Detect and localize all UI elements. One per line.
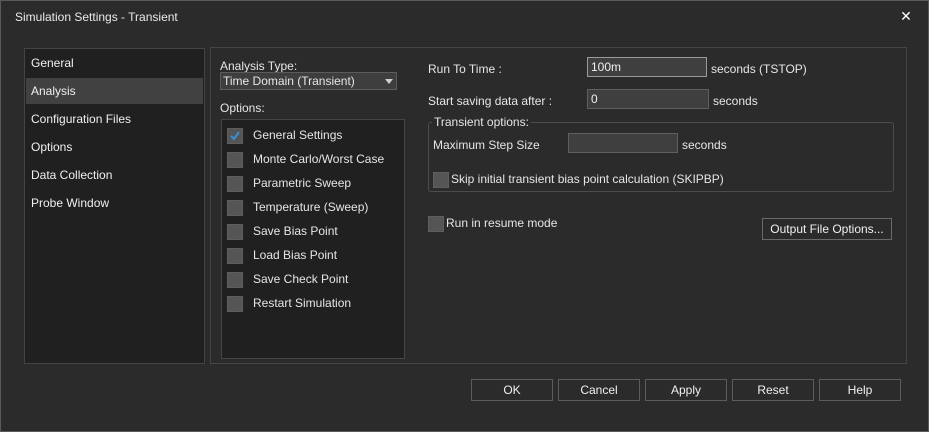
checkbox[interactable]	[227, 248, 243, 264]
checkbox[interactable]	[227, 272, 243, 288]
cancel-button[interactable]: Cancel	[558, 379, 640, 401]
reset-button[interactable]: Reset	[732, 379, 814, 401]
option-label: Temperature (Sweep)	[253, 200, 369, 214]
analysis-type-select[interactable]: Time Domain (Transient)	[220, 72, 397, 90]
run-to-time-label: Run To Time :	[428, 62, 502, 76]
options-list: General Settings Monte Carlo/Worst Case …	[221, 119, 405, 359]
checkbox[interactable]	[227, 152, 243, 168]
nav-item-general[interactable]: General	[26, 50, 203, 76]
max-step-label: Maximum Step Size	[433, 138, 540, 152]
checkbox[interactable]	[227, 296, 243, 312]
run-to-time-unit: seconds (TSTOP)	[711, 62, 807, 76]
nav-item-analysis[interactable]: Analysis	[26, 78, 203, 104]
checkbox[interactable]	[428, 216, 444, 232]
start-saving-unit: seconds	[713, 94, 758, 108]
checkbox[interactable]	[227, 176, 243, 192]
nav-item-data-collection[interactable]: Data Collection	[26, 162, 203, 188]
nav-item-options[interactable]: Options	[26, 134, 203, 160]
option-label: Save Bias Point	[253, 224, 338, 238]
ok-button[interactable]: OK	[471, 379, 553, 401]
analysis-type-value: Time Domain (Transient)	[223, 74, 355, 88]
checkbox[interactable]	[227, 200, 243, 216]
settings-nav-list: General Analysis Configuration Files Opt…	[24, 48, 205, 364]
checkmark-icon	[230, 131, 240, 141]
option-label: Load Bias Point	[253, 248, 338, 262]
chevron-down-icon	[385, 79, 393, 84]
start-saving-label: Start saving data after :	[428, 94, 553, 108]
option-label: Save Check Point	[253, 272, 349, 286]
close-icon[interactable]: ✕	[899, 9, 913, 23]
option-label: General Settings	[253, 128, 343, 142]
option-label: Parametric Sweep	[253, 176, 352, 190]
transient-options-title: Transient options:	[432, 115, 531, 129]
help-button[interactable]: Help	[819, 379, 901, 401]
checkbox[interactable]	[433, 172, 449, 188]
start-saving-input[interactable]: 0	[587, 89, 709, 109]
max-step-input[interactable]	[568, 133, 678, 153]
option-label: Restart Simulation	[253, 296, 352, 310]
analysis-type-label: Analysis Type:	[220, 59, 298, 73]
skip-bias-label: Skip initial transient bias point calcul…	[451, 172, 724, 186]
run-to-time-input[interactable]: 100m	[587, 57, 707, 77]
output-file-options-button[interactable]: Output File Options...	[762, 218, 892, 240]
nav-item-configuration-files[interactable]: Configuration Files	[26, 106, 203, 132]
checkbox-checked[interactable]	[227, 128, 243, 144]
window-title: Simulation Settings - Transient	[15, 10, 178, 24]
max-step-unit: seconds	[682, 138, 727, 152]
apply-button[interactable]: Apply	[645, 379, 727, 401]
options-label: Options:	[220, 101, 265, 115]
checkbox[interactable]	[227, 224, 243, 240]
nav-item-probe-window[interactable]: Probe Window	[26, 190, 203, 216]
option-label: Monte Carlo/Worst Case	[253, 152, 385, 166]
resume-mode-label: Run in resume mode	[446, 216, 558, 230]
title-bar: Simulation Settings - Transient ✕	[1, 1, 928, 31]
